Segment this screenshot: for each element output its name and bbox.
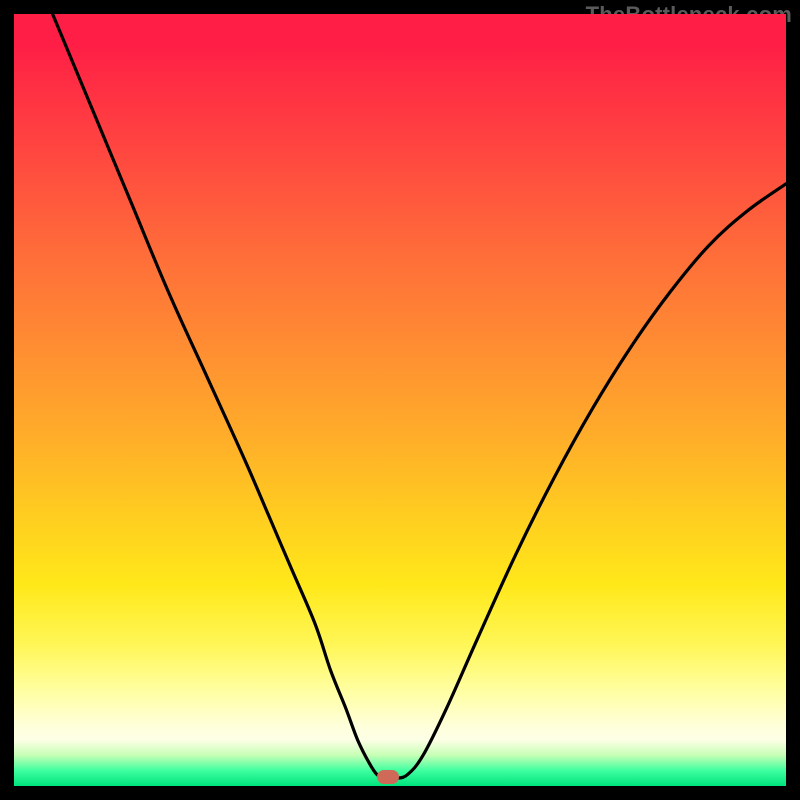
bottleneck-curve — [14, 14, 786, 786]
optimum-marker — [377, 770, 399, 784]
chart-plot-area — [14, 14, 786, 786]
